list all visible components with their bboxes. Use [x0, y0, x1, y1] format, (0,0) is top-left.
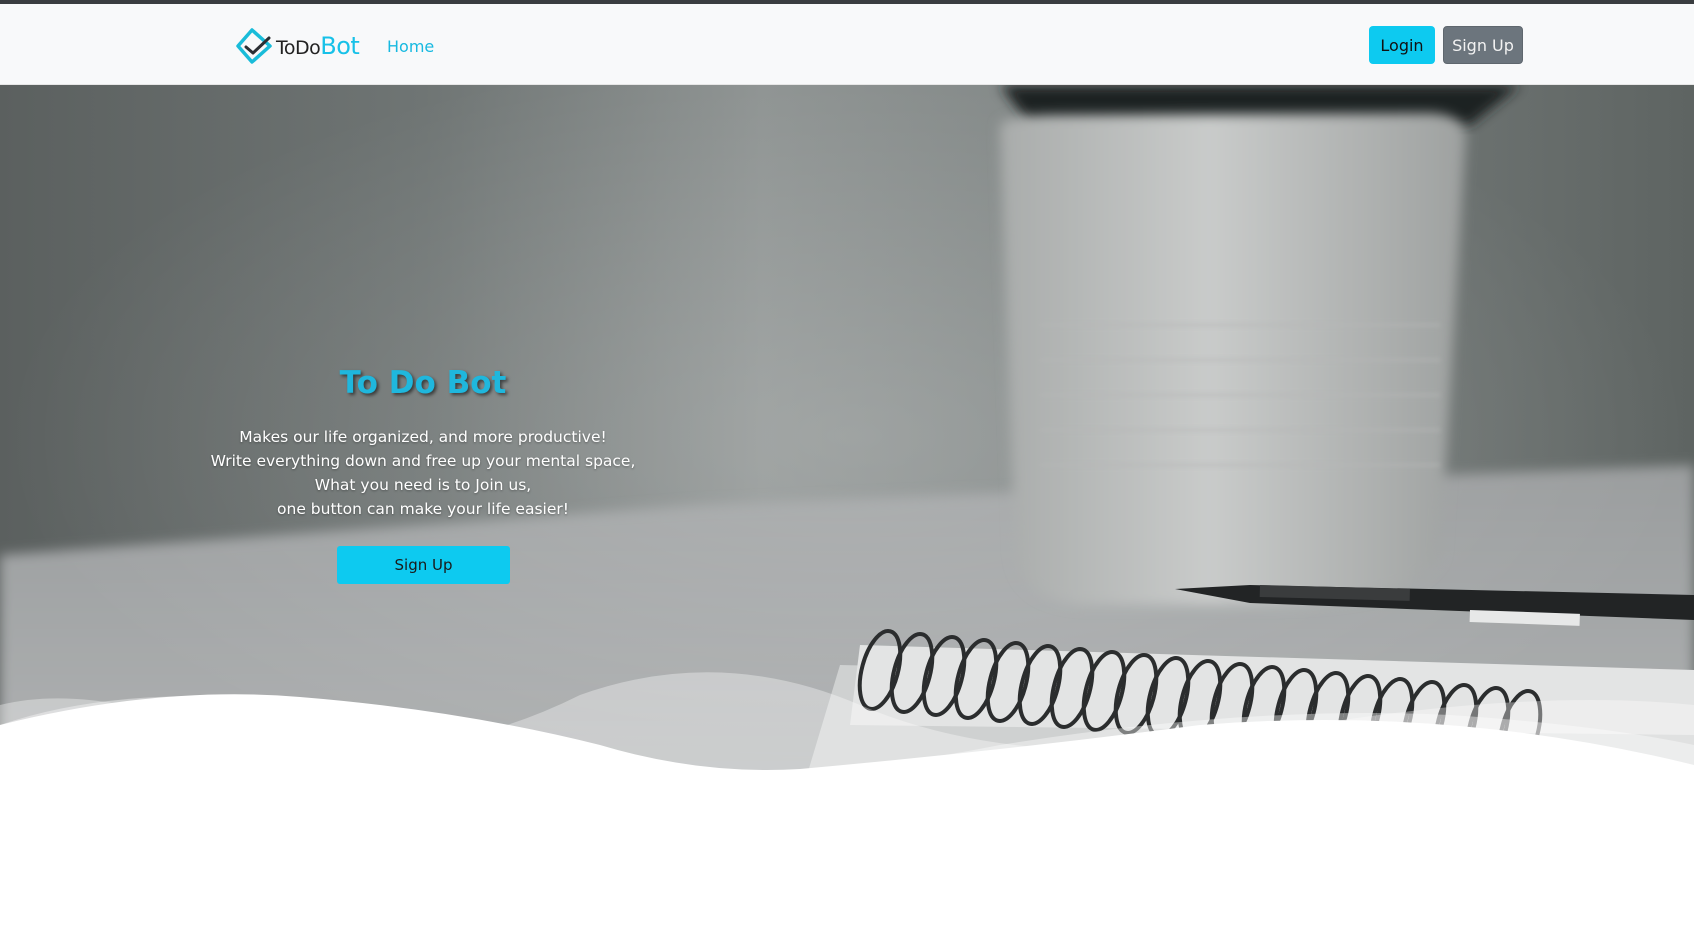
brand[interactable]: ToDoBot [234, 24, 360, 68]
brand-name-todo: ToDo [276, 37, 321, 59]
login-button[interactable]: Login [1369, 26, 1435, 64]
hero-title: To Do Bot [339, 365, 507, 401]
hero-signup-button[interactable]: Sign Up [337, 546, 510, 584]
brand-name-bot: Bot [320, 32, 360, 60]
brand-name: ToDoBot [276, 32, 360, 60]
hero-line: Write everything down and free up your m… [210, 452, 636, 470]
hero-line: Makes our life organized, and more produ… [239, 428, 607, 446]
navbar: ToDoBot Home Login Sign Up [0, 4, 1694, 85]
hero-line: one button can make your life easier! [277, 500, 569, 518]
navbar-signup-button[interactable]: Sign Up [1443, 26, 1523, 64]
hero-line: What you need is to Join us, [314, 476, 532, 494]
nav-home-link[interactable]: Home [387, 37, 434, 56]
todobot-logo-icon [236, 28, 272, 64]
hero-description: Makes our life organized, and more produ… [0, 425, 846, 521]
hero-section: To Do Bot Makes our life organized, and … [0, 85, 1694, 865]
